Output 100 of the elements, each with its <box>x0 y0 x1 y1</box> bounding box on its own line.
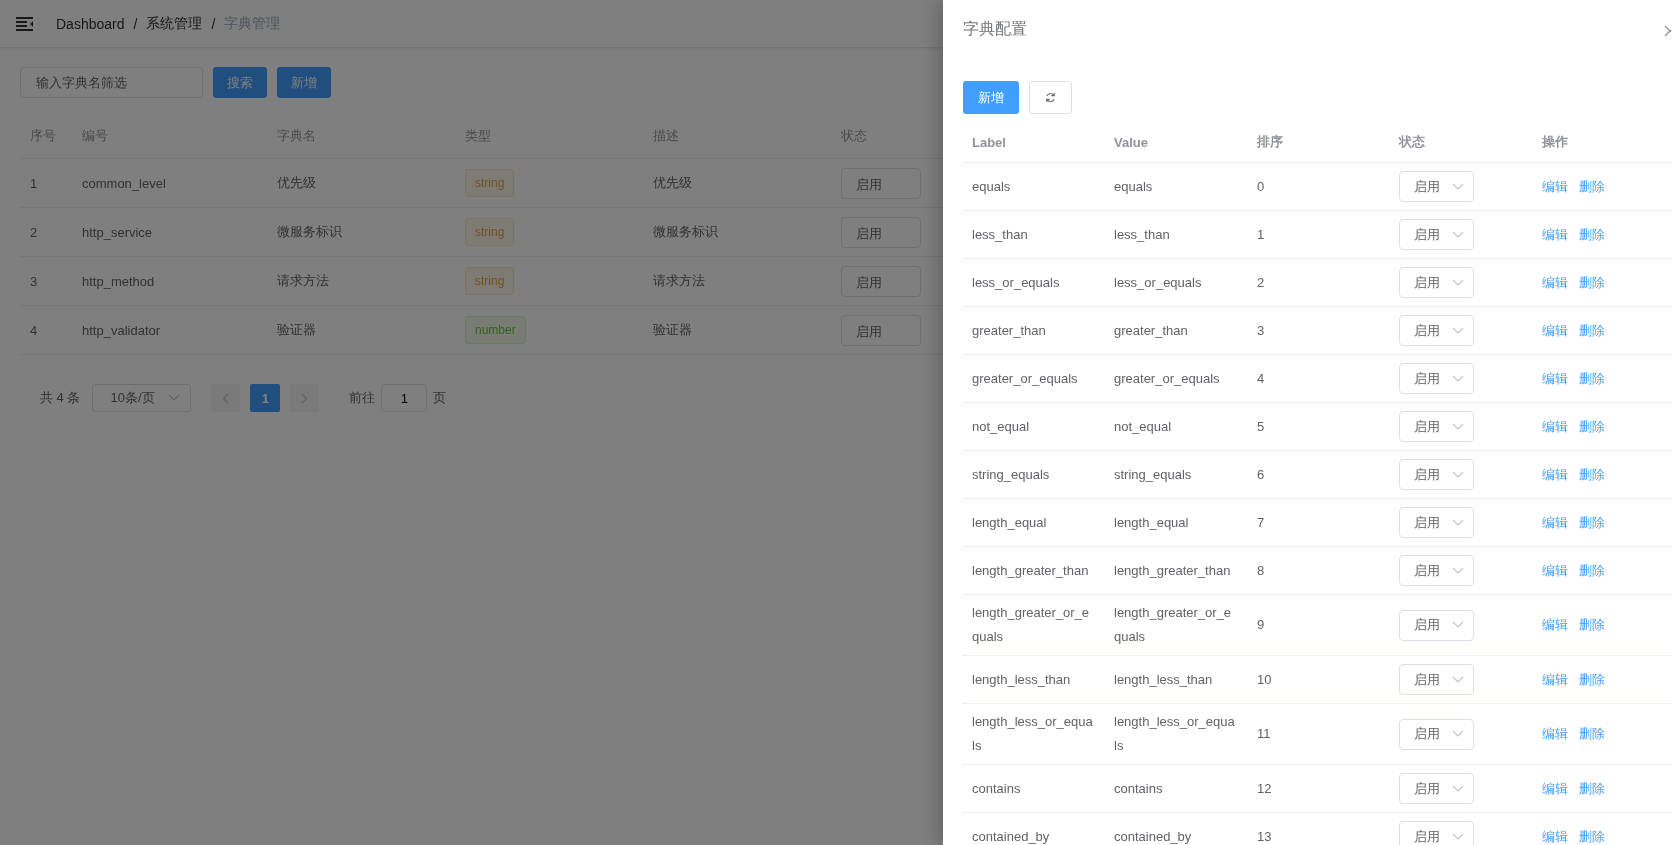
status-select[interactable]: 启用 <box>841 167 921 199</box>
delete-link[interactable]: 删除 <box>1579 274 1605 290</box>
table-cell: 验证器 <box>653 322 692 337</box>
chevron-down-icon <box>168 394 181 402</box>
chevron-down-icon <box>1452 374 1464 383</box>
delete-link[interactable]: 删除 <box>1579 780 1605 796</box>
close-icon[interactable] <box>1664 25 1672 37</box>
delete-link[interactable]: 删除 <box>1579 726 1605 741</box>
table-cell: 11 <box>1257 726 1271 741</box>
add-button[interactable]: 新增 <box>277 67 331 98</box>
delete-link[interactable]: 删除 <box>1579 514 1605 530</box>
status-select[interactable]: 启用 <box>1399 459 1474 490</box>
delete-link[interactable]: 删除 <box>1579 562 1605 578</box>
edit-link[interactable]: 编辑 <box>1542 726 1568 741</box>
table-cell: contained_by <box>1114 828 1192 844</box>
status-select[interactable]: 启用 <box>1399 363 1474 394</box>
edit-link[interactable]: 编辑 <box>1542 418 1568 434</box>
edit-link[interactable]: 编辑 <box>1542 370 1568 386</box>
edit-link[interactable]: 编辑 <box>1542 466 1568 482</box>
table-cell: greater_or_equals <box>972 370 1078 386</box>
status-select[interactable]: 启用 <box>841 216 921 248</box>
status-select[interactable]: 启用 <box>1399 315 1474 346</box>
table-cell: length_greater_or_equals <box>972 605 1090 644</box>
table-cell: length_greater_than <box>972 562 1089 578</box>
edit-link[interactable]: 编辑 <box>1542 780 1568 796</box>
status-select[interactable]: 启用 <box>1399 609 1474 641</box>
table-cell: length_equal <box>972 514 1047 530</box>
next-page-button[interactable] <box>290 384 320 412</box>
edit-link[interactable]: 编辑 <box>1542 274 1568 290</box>
delete-link[interactable]: 删除 <box>1579 466 1605 482</box>
refresh-button[interactable] <box>1029 81 1072 114</box>
status-select[interactable]: 启用 <box>1399 507 1474 538</box>
table-cell: string_equals <box>1114 466 1192 482</box>
status-select[interactable]: 启用 <box>1399 411 1474 442</box>
status-select[interactable]: 启用 <box>1399 555 1474 586</box>
delete-link[interactable]: 删除 <box>1579 671 1605 687</box>
table-cell: 5 <box>1257 418 1265 434</box>
chevron-down-icon <box>1452 230 1464 239</box>
status-select[interactable]: 启用 <box>1399 267 1474 298</box>
chevron-down-icon <box>1452 470 1464 479</box>
column-header: 排序 <box>1257 134 1283 149</box>
page-number[interactable]: 1 <box>250 384 281 412</box>
delete-link[interactable]: 删除 <box>1579 370 1605 386</box>
status-value: 启用 <box>1414 561 1440 580</box>
edit-link[interactable]: 编辑 <box>1542 514 1568 530</box>
status-value: 启用 <box>1414 827 1440 845</box>
status-select[interactable]: 启用 <box>841 265 921 297</box>
edit-link[interactable]: 编辑 <box>1542 226 1568 242</box>
prev-page-button[interactable] <box>211 384 241 412</box>
table-cell: 6 <box>1257 466 1265 482</box>
chevron-down-icon <box>1452 278 1464 287</box>
table-cell: length_greater_than <box>1114 562 1231 578</box>
delete-link[interactable]: 删除 <box>1579 322 1605 338</box>
status-select[interactable]: 启用 <box>841 314 921 346</box>
table-cell: less_or_equals <box>972 274 1060 290</box>
table-cell: 0 <box>1257 178 1265 194</box>
table-cell: 优先级 <box>653 175 692 190</box>
breadcrumb-item[interactable]: Dashboard <box>56 15 125 32</box>
table-cell: contains <box>972 780 1021 796</box>
breadcrumb-item[interactable]: 系统管理 <box>146 14 203 33</box>
delete-link[interactable]: 删除 <box>1579 226 1605 242</box>
table-cell: 验证器 <box>277 322 316 337</box>
chevron-down-icon <box>1452 422 1464 431</box>
table-cell: 13 <box>1257 828 1272 844</box>
edit-link[interactable]: 编辑 <box>1542 828 1568 844</box>
status-select[interactable]: 启用 <box>1399 664 1474 695</box>
chevron-down-icon <box>1452 566 1464 575</box>
status-select[interactable]: 启用 <box>1399 718 1474 750</box>
page-jump-field[interactable]: 1 <box>381 384 428 412</box>
status-select[interactable]: 启用 <box>1399 821 1474 845</box>
chevron-down-icon <box>1452 621 1464 629</box>
table-cell: 3 <box>1257 322 1265 338</box>
status-select[interactable]: 启用 <box>1399 773 1474 804</box>
table-cell: http_service <box>82 224 153 240</box>
table-cell: length_less_than <box>1114 671 1213 687</box>
page-size-select[interactable]: 10条/页 <box>92 384 192 412</box>
search-field[interactable]: 输入字典名筛选 <box>20 67 203 98</box>
status-select[interactable]: 启用 <box>1399 219 1474 250</box>
delete-link[interactable]: 删除 <box>1579 828 1605 844</box>
chevron-down-icon <box>1452 784 1464 793</box>
add-button[interactable]: 新增 <box>963 81 1019 114</box>
edit-link[interactable]: 编辑 <box>1542 671 1568 687</box>
table-cell: 请求方法 <box>653 273 705 288</box>
delete-link[interactable]: 删除 <box>1579 418 1605 434</box>
table-cell: 2 <box>30 224 38 240</box>
delete-link[interactable]: 删除 <box>1579 617 1605 632</box>
status-value: 启用 <box>1414 417 1440 436</box>
edit-link[interactable]: 编辑 <box>1542 322 1568 338</box>
search-button[interactable]: 搜索 <box>213 67 267 98</box>
delete-link[interactable]: 删除 <box>1579 178 1605 194</box>
edit-link[interactable]: 编辑 <box>1542 178 1568 194</box>
table-cell: 10 <box>1257 671 1272 687</box>
column-header: Label <box>972 134 1006 150</box>
status-select[interactable]: 启用 <box>1399 171 1474 202</box>
edit-link[interactable]: 编辑 <box>1542 562 1568 578</box>
table-cell: 微服务标识 <box>653 224 718 239</box>
chevron-down-icon <box>1452 730 1464 738</box>
chevron-down-icon <box>1452 326 1464 335</box>
edit-link[interactable]: 编辑 <box>1542 617 1568 632</box>
menu-fold-icon[interactable] <box>16 16 34 31</box>
